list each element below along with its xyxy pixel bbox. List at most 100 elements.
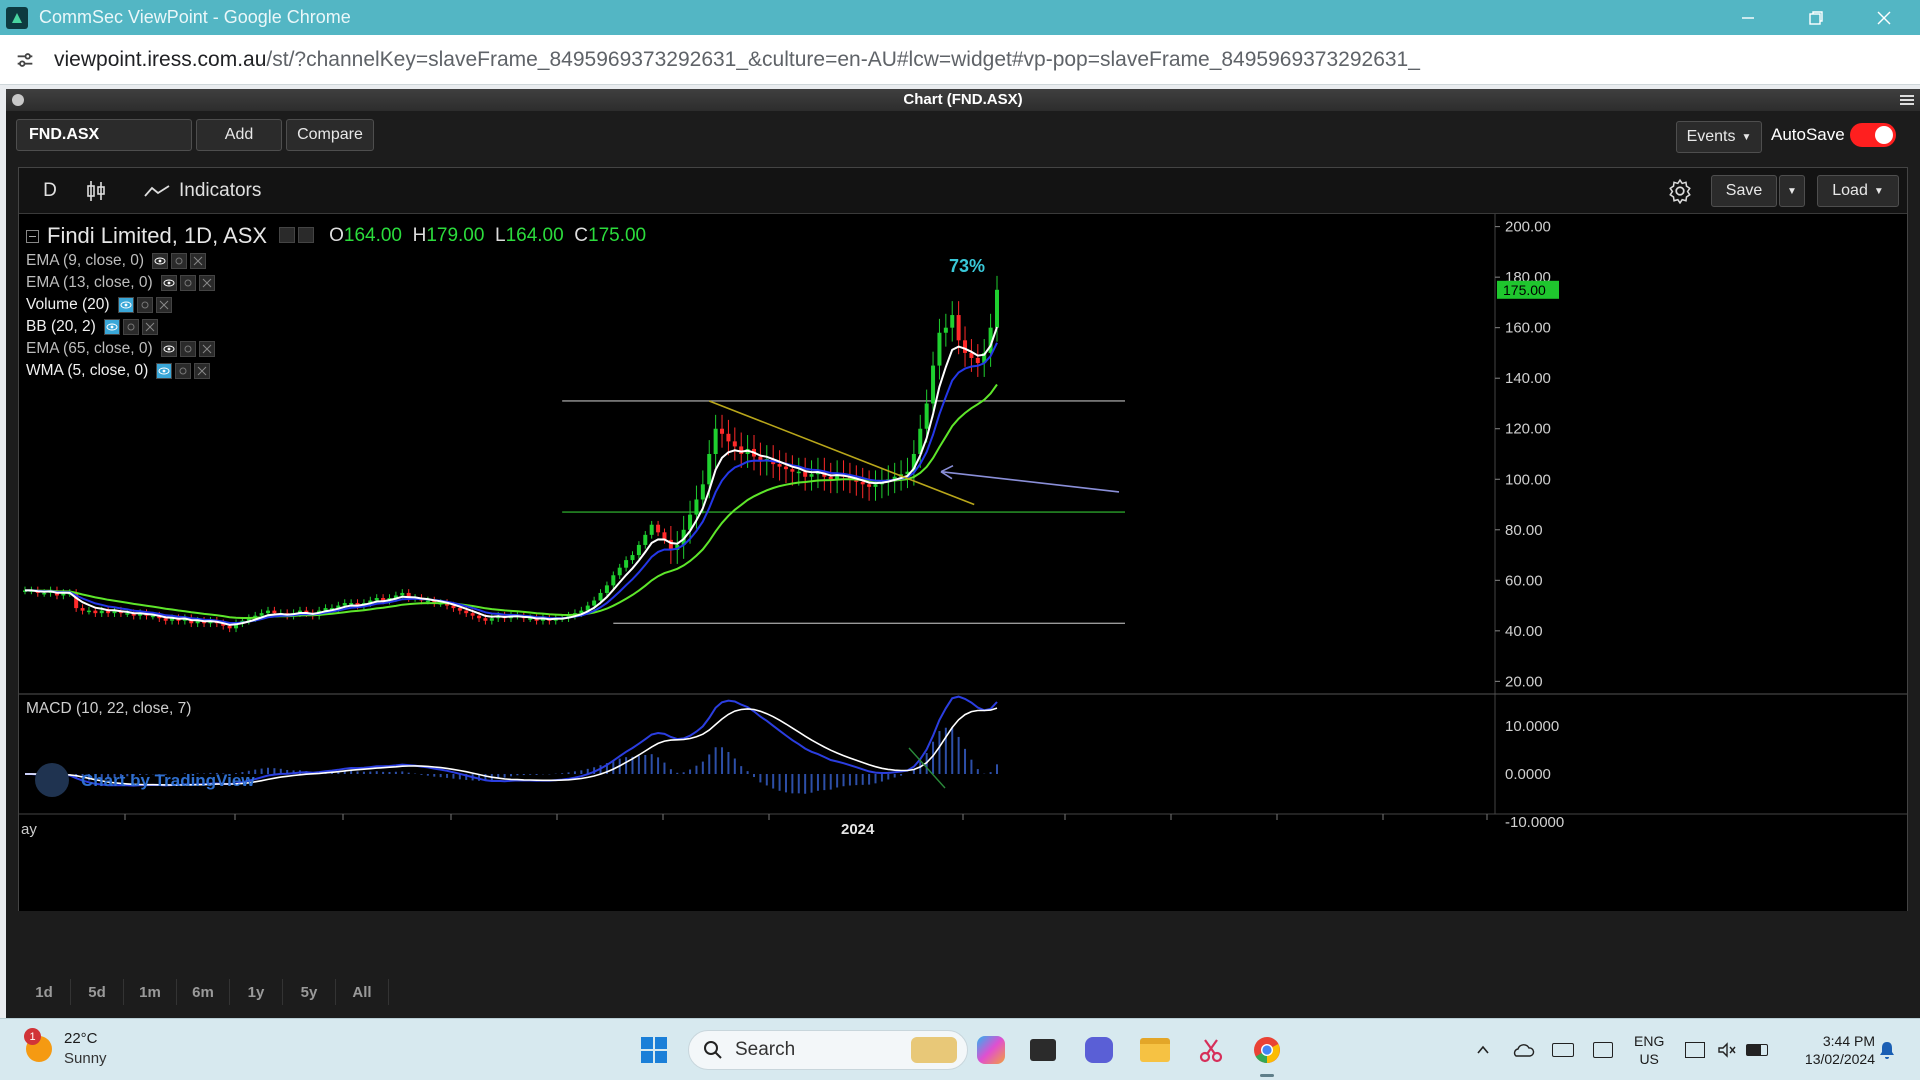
touchpad-icon[interactable] — [1584, 1031, 1622, 1069]
collapse-legend-icon[interactable] — [26, 229, 39, 243]
save-button[interactable]: Save — [1711, 175, 1777, 207]
notification-bell-icon[interactable] — [1868, 1031, 1906, 1069]
commsec-app-icon — [6, 6, 28, 29]
minimize-button[interactable] — [1714, 0, 1782, 35]
eye-icon[interactable] — [152, 253, 169, 269]
eye-icon[interactable] — [156, 363, 173, 379]
high-value: 179.00 — [426, 225, 485, 246]
eye-icon[interactable] — [279, 227, 296, 243]
remove-x-icon[interactable] — [155, 297, 172, 313]
candle-body — [42, 592, 47, 595]
range-button-6m[interactable]: 6m — [177, 979, 230, 1005]
range-button-1m[interactable]: 1m — [124, 979, 177, 1005]
chrome-icon[interactable] — [1248, 1031, 1286, 1069]
indicator-controls — [160, 341, 218, 357]
symbol-input[interactable] — [16, 119, 192, 151]
indicator-label: EMA (65, close, 0) — [26, 340, 153, 357]
language-indicator[interactable]: ENG US — [1634, 1032, 1664, 1068]
weather-widget[interactable]: 1 22°C Sunny — [24, 1028, 107, 1069]
indicator-row[interactable]: EMA (65, close, 0) — [26, 338, 646, 360]
eye-icon[interactable] — [103, 319, 120, 335]
url-text[interactable]: viewpoint.iress.com.au/st/?channelKey=sl… — [54, 48, 1420, 72]
remove-x-icon[interactable] — [194, 363, 211, 379]
low-value: 164.00 — [505, 225, 564, 246]
candle-body — [790, 469, 795, 472]
candle-body — [611, 575, 616, 586]
snipping-tool-icon[interactable] — [1192, 1031, 1230, 1069]
gear-icon[interactable] — [179, 341, 196, 357]
candle-body — [592, 600, 597, 606]
indicators-button[interactable]: Indicators — [143, 168, 261, 214]
indicator-row[interactable]: BB (20, 2) — [26, 316, 646, 338]
candle-body — [694, 499, 699, 515]
range-selector: 1d 5d 1m 6m 1y 5y All — [18, 979, 389, 1005]
candle-body — [726, 433, 731, 442]
candle-body — [860, 481, 865, 485]
restore-button[interactable] — [1782, 0, 1850, 35]
compare-button[interactable]: Compare — [286, 119, 374, 151]
add-button[interactable]: Add — [196, 119, 282, 151]
task-view-icon[interactable] — [1024, 1031, 1062, 1069]
close-button[interactable] — [1850, 0, 1918, 35]
candle-body — [700, 484, 705, 500]
last-price-label: 175.00 — [1503, 282, 1546, 298]
chevron-down-icon: ▼ — [1873, 185, 1884, 197]
events-dropdown[interactable]: Events ▼ — [1676, 121, 1762, 153]
teams-chat-icon[interactable] — [1080, 1031, 1118, 1069]
remove-x-icon[interactable] — [190, 253, 207, 269]
indicator-row[interactable]: WMA (5, close, 0) — [26, 360, 646, 382]
range-button-1d[interactable]: 1d — [18, 979, 71, 1005]
remove-x-icon[interactable] — [141, 319, 158, 335]
gear-icon[interactable] — [171, 253, 188, 269]
address-bar[interactable]: viewpoint.iress.com.au/st/?channelKey=sl… — [0, 35, 1920, 85]
keyboard-icon[interactable] — [1544, 1031, 1582, 1069]
onedrive-cloud-icon[interactable] — [1504, 1031, 1542, 1069]
battery-icon[interactable] — [1738, 1031, 1776, 1069]
macd-legend-label: MACD (10, 22, close, 7) — [26, 700, 191, 717]
eye-icon[interactable] — [160, 341, 177, 357]
save-options-chevron-icon[interactable]: ▼ — [1779, 175, 1805, 207]
taskbar-search[interactable]: Search — [688, 1030, 968, 1070]
range-button-5y[interactable]: 5y — [283, 979, 336, 1005]
gear-icon[interactable] — [179, 275, 196, 291]
range-button-1y[interactable]: 1y — [230, 979, 283, 1005]
load-label: Load — [1832, 182, 1868, 199]
panel-menu-icon[interactable] — [1900, 93, 1914, 107]
candle-body — [643, 534, 648, 545]
site-settings-icon[interactable] — [10, 45, 40, 75]
price-tick-label: 80.00 — [1505, 522, 1543, 539]
candle-body — [732, 441, 737, 447]
show-hidden-icons-chevron-icon[interactable] — [1464, 1031, 1502, 1069]
load-dropdown[interactable]: Load ▼ — [1817, 175, 1899, 207]
start-windows-icon[interactable] — [635, 1031, 673, 1069]
gear-icon[interactable] — [122, 319, 139, 335]
candle-body — [636, 544, 641, 556]
remove-x-icon[interactable] — [198, 341, 215, 357]
gear-icon[interactable] — [298, 227, 315, 243]
taskbar-clock[interactable]: 3:44 PM 13/02/2024 — [1785, 1032, 1875, 1068]
app-area: Chart (FND.ASX) Add Compare Events ▼ Aut… — [0, 85, 1920, 1018]
autosave-toggle[interactable] — [1850, 123, 1896, 147]
file-explorer-icon[interactable] — [1136, 1031, 1174, 1069]
range-button-5d[interactable]: 5d — [71, 979, 124, 1005]
candle-body — [272, 610, 277, 614]
eye-icon[interactable] — [117, 297, 134, 313]
settings-gear-icon[interactable] — [1667, 168, 1693, 214]
interval-button[interactable]: D — [37, 168, 63, 214]
candle-body — [713, 428, 718, 454]
candle-body — [99, 610, 104, 614]
gear-icon[interactable] — [136, 297, 153, 313]
copilot-icon[interactable] — [972, 1031, 1010, 1069]
indicator-row[interactable]: Volume (20) — [26, 294, 646, 316]
search-icon — [704, 1041, 722, 1059]
indicator-row[interactable]: EMA (13, close, 0) — [26, 272, 646, 294]
gear-icon[interactable] — [175, 363, 192, 379]
price-tick-label: 120.00 — [1505, 421, 1551, 438]
candle-style-icon[interactable] — [85, 168, 107, 214]
range-button-all[interactable]: All — [336, 979, 389, 1005]
candle-body — [425, 600, 430, 603]
candle-body — [707, 454, 712, 485]
indicator-row[interactable]: EMA (9, close, 0) — [26, 250, 646, 272]
remove-x-icon[interactable] — [198, 275, 215, 291]
eye-icon[interactable] — [160, 275, 177, 291]
